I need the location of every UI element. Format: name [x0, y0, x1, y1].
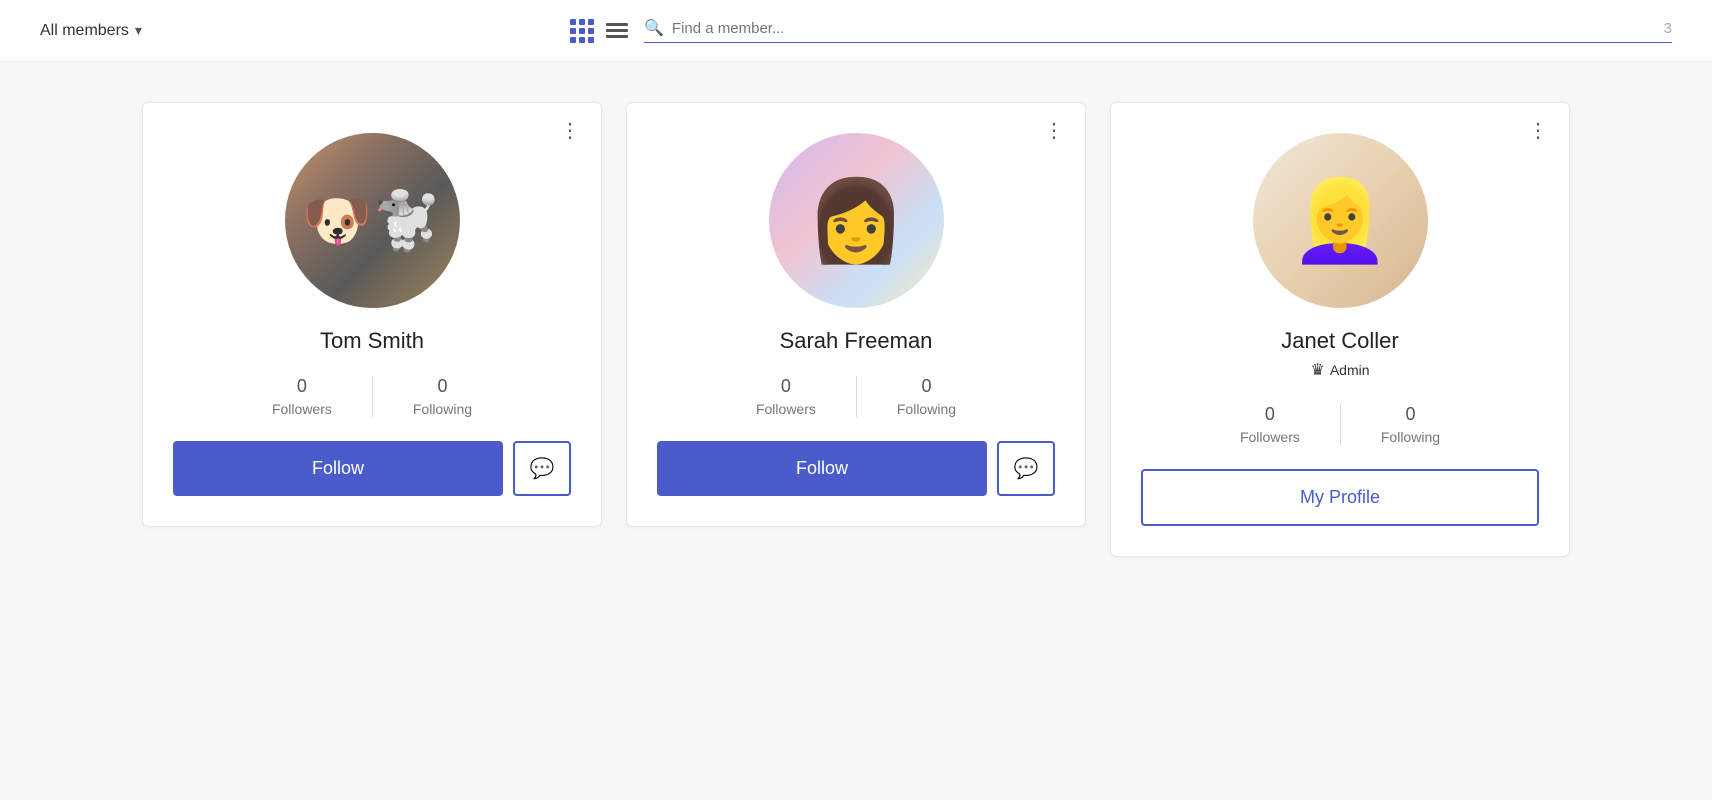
search-area: 🔍 3 [644, 18, 1672, 43]
followers-label-tom-smith: Followers [272, 401, 332, 417]
crown-icon: ♛ [1310, 360, 1324, 380]
stats-row-tom-smith: 0 Followers 0 Following [173, 376, 571, 417]
filter-label: All members [40, 22, 129, 40]
member-name-janet-coller: Janet Coller [1281, 328, 1398, 354]
chat-icon-sarah-freeman: 💬 [1014, 456, 1039, 481]
message-button-sarah-freeman[interactable]: 💬 [997, 441, 1055, 496]
view-icons [570, 19, 628, 43]
follow-button-sarah-freeman[interactable]: Follow [657, 441, 987, 496]
following-label-sarah-freeman: Following [897, 401, 956, 417]
following-label-tom-smith: Following [413, 401, 472, 417]
following-stat-tom-smith: 0 Following [373, 376, 512, 417]
avatar-janet-coller [1253, 133, 1428, 308]
admin-badge-janet-coller: ♛ Admin [1310, 360, 1369, 380]
members-grid: ⋮ Tom Smith 0 Followers 0 Following Foll… [0, 62, 1712, 597]
member-count: 3 [1664, 20, 1672, 37]
avatar-sarah-freeman [769, 133, 944, 308]
search-icon: 🔍 [644, 18, 664, 38]
card-actions-sarah-freeman: Follow 💬 [657, 441, 1055, 496]
filter-dropdown[interactable]: All members ▾ [40, 22, 554, 40]
stats-row-sarah-freeman: 0 Followers 0 Following [657, 376, 1055, 417]
followers-stat-tom-smith: 0 Followers [232, 376, 373, 417]
member-card-janet-coller: ⋮ Janet Coller ♛ Admin 0 Followers 0 Fol… [1110, 102, 1570, 557]
followers-stat-sarah-freeman: 0 Followers [716, 376, 857, 417]
followers-label-sarah-freeman: Followers [756, 401, 816, 417]
admin-label: Admin [1330, 362, 1370, 378]
top-bar: All members ▾ 🔍 3 [0, 0, 1712, 62]
follow-button-tom-smith[interactable]: Follow [173, 441, 503, 496]
member-card-tom-smith: ⋮ Tom Smith 0 Followers 0 Following Foll… [142, 102, 602, 527]
card-menu-tom-smith[interactable]: ⋮ [560, 121, 581, 141]
member-card-sarah-freeman: ⋮ Sarah Freeman 0 Followers 0 Following … [626, 102, 1086, 527]
following-stat-janet-coller: 0 Following [1341, 404, 1480, 445]
grid-view-icon[interactable] [570, 19, 594, 43]
followers-count-janet-coller: 0 [1265, 404, 1275, 425]
search-input[interactable] [672, 20, 1648, 37]
following-count-janet-coller: 0 [1405, 404, 1415, 425]
followers-count-tom-smith: 0 [297, 376, 307, 397]
message-button-tom-smith[interactable]: 💬 [513, 441, 571, 496]
stats-row-janet-coller: 0 Followers 0 Following [1141, 404, 1539, 445]
chat-icon-tom-smith: 💬 [530, 456, 555, 481]
following-stat-sarah-freeman: 0 Following [857, 376, 996, 417]
profile-button-janet-coller[interactable]: My Profile [1141, 469, 1539, 526]
followers-label-janet-coller: Followers [1240, 429, 1300, 445]
following-count-sarah-freeman: 0 [921, 376, 931, 397]
followers-stat-janet-coller: 0 Followers [1200, 404, 1341, 445]
member-name-tom-smith: Tom Smith [320, 328, 424, 354]
list-view-icon[interactable] [606, 23, 628, 38]
card-actions-janet-coller: My Profile [1141, 469, 1539, 526]
following-label-janet-coller: Following [1381, 429, 1440, 445]
card-menu-sarah-freeman[interactable]: ⋮ [1044, 121, 1065, 141]
member-name-sarah-freeman: Sarah Freeman [780, 328, 933, 354]
card-actions-tom-smith: Follow 💬 [173, 441, 571, 496]
avatar-tom-smith [285, 133, 460, 308]
followers-count-sarah-freeman: 0 [781, 376, 791, 397]
following-count-tom-smith: 0 [437, 376, 447, 397]
card-menu-janet-coller[interactable]: ⋮ [1528, 121, 1549, 141]
chevron-icon: ▾ [135, 22, 142, 39]
